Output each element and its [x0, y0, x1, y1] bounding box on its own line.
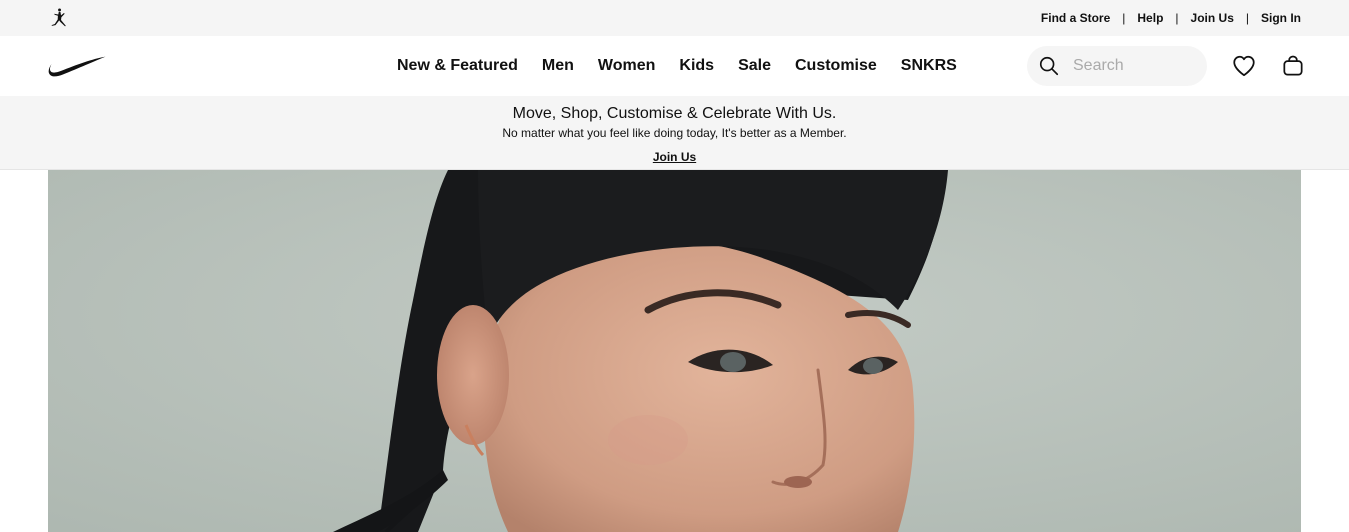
- nav-item-kids[interactable]: Kids: [667, 57, 726, 75]
- hero-image[interactable]: [48, 170, 1301, 532]
- utility-bar: Find a Store | Help | Join Us | Sign In: [0, 0, 1349, 36]
- search-icon[interactable]: [1038, 55, 1060, 77]
- utility-separator: |: [1175, 11, 1179, 25]
- primary-nav-menu: New & Featured Men Women Kids Sale Custo…: [385, 36, 969, 96]
- search-box[interactable]: [1027, 46, 1207, 86]
- main-nav: New & Featured Men Women Kids Sale Custo…: [0, 36, 1349, 96]
- promo-join-us-link[interactable]: Join Us: [0, 150, 1349, 164]
- nav-item-new-featured[interactable]: New & Featured: [385, 57, 530, 75]
- nav-item-customise[interactable]: Customise: [783, 57, 889, 75]
- nav-item-snkrs[interactable]: SNKRS: [889, 57, 969, 75]
- member-promo-banner: Move, Shop, Customise & Celebrate With U…: [0, 96, 1349, 170]
- nav-item-sale[interactable]: Sale: [726, 57, 783, 75]
- nike-swoosh-icon[interactable]: [48, 56, 106, 77]
- favourites-button[interactable]: [1231, 53, 1257, 79]
- bag-icon: [1283, 55, 1303, 76]
- find-a-store-link[interactable]: Find a Store: [1041, 11, 1110, 25]
- jordan-jumpman-icon[interactable]: [48, 7, 70, 29]
- sign-in-link[interactable]: Sign In: [1261, 11, 1301, 25]
- utility-separator: |: [1122, 11, 1126, 25]
- utility-links: Find a Store | Help | Join Us | Sign In: [1041, 0, 1301, 36]
- hero-portrait-illustration: [48, 170, 1301, 532]
- help-link[interactable]: Help: [1137, 11, 1163, 25]
- join-us-link[interactable]: Join Us: [1191, 11, 1234, 25]
- promo-title: Move, Shop, Customise & Celebrate With U…: [512, 105, 837, 122]
- promo-subtitle: No matter what you feel like doing today…: [502, 126, 847, 140]
- utility-separator: |: [1245, 11, 1249, 25]
- nav-item-men[interactable]: Men: [530, 57, 586, 75]
- bag-button[interactable]: [1280, 53, 1306, 79]
- heart-icon: [1233, 55, 1255, 77]
- search-input[interactable]: [1073, 54, 1193, 78]
- nav-item-women[interactable]: Women: [586, 57, 667, 75]
